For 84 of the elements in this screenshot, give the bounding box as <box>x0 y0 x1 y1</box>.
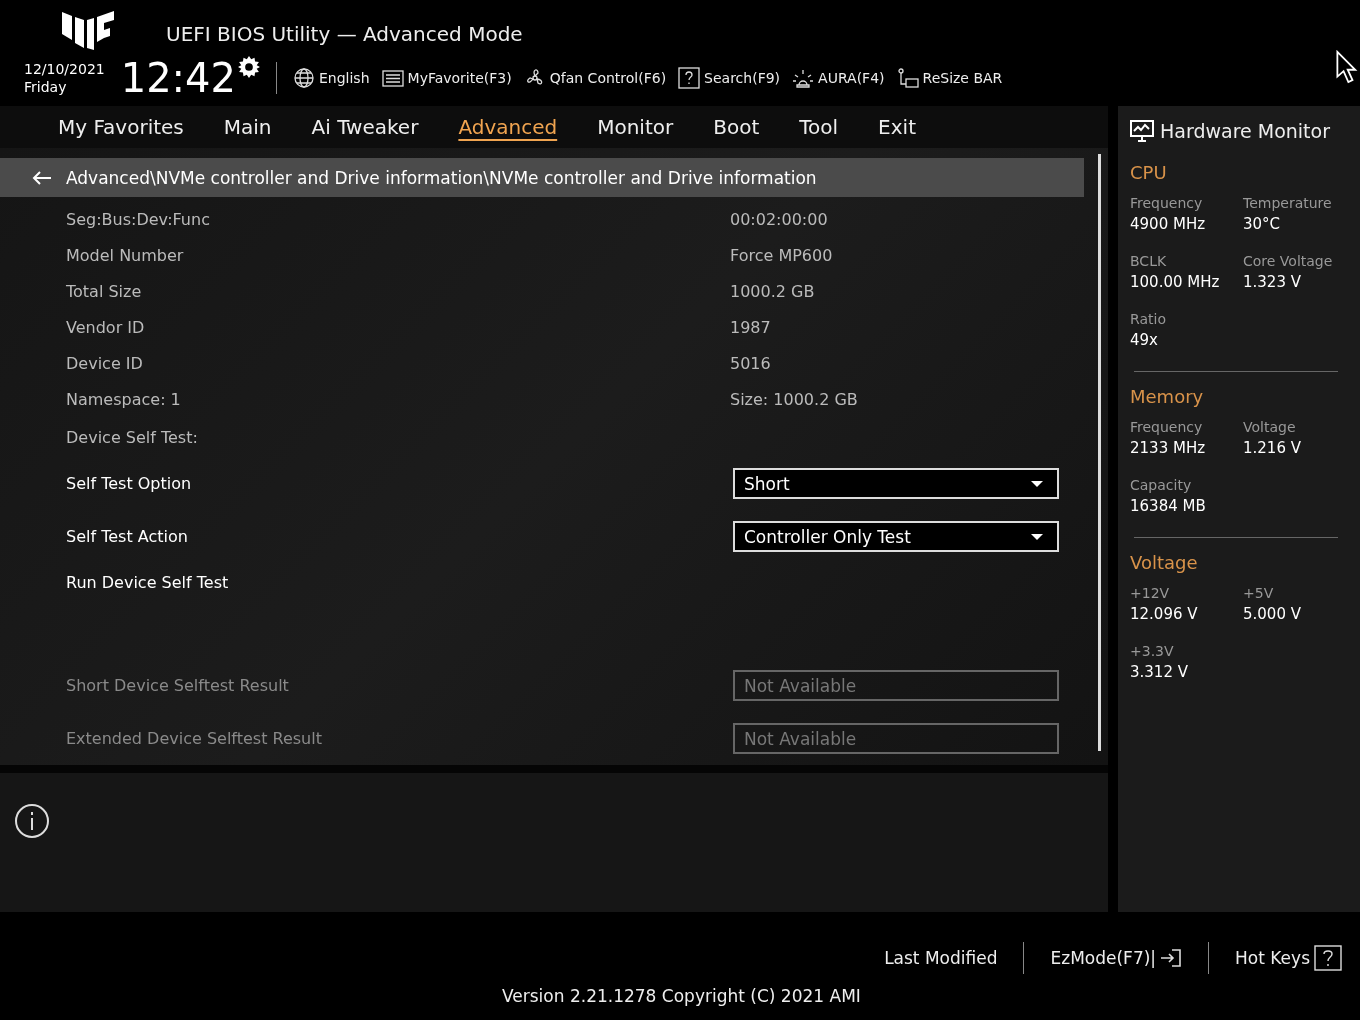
footer-button[interactable]: EzMode(F7)| <box>1050 948 1183 968</box>
toolbar-button[interactable]: MyFavorite(F3) <box>381 67 512 89</box>
metric-value: 49x <box>1130 331 1159 349</box>
menu-tab[interactable]: Main <box>223 115 272 139</box>
toolbar-button[interactable]: ReSize BAR <box>896 67 1003 89</box>
metric-label: +3.3V <box>1130 643 1175 659</box>
setting-label: Vendor ID <box>66 317 146 337</box>
setting-label: Device ID <box>66 353 144 373</box>
resize-icon <box>896 67 919 89</box>
menu-tab[interactable]: Monitor <box>597 115 674 139</box>
monitor-icon <box>1130 120 1154 142</box>
toolbar-button[interactable]: English <box>293 67 370 89</box>
dropdown-field[interactable]: Short <box>733 468 1059 499</box>
toolbar-button[interactable]: Qfan Control(F6) <box>523 67 667 89</box>
menu-tab[interactable]: My Favorites <box>58 115 184 139</box>
setting-value: 1987 <box>730 317 771 337</box>
help-icon <box>1314 945 1342 971</box>
date-text: 12/10/2021 <box>24 60 105 78</box>
metric-label: BCLK <box>1130 253 1168 269</box>
metric-value: 30°C <box>1243 215 1282 233</box>
metric-label: Core Voltage <box>1243 253 1334 269</box>
metric-label: Ratio <box>1130 311 1167 327</box>
metric-value: 1.216 V <box>1243 439 1302 457</box>
setting-value: 5016 <box>730 353 771 373</box>
help-icon <box>678 67 701 89</box>
metric-value: 4900 MHz <box>1130 215 1207 233</box>
metric-value: 16384 MB <box>1130 497 1207 515</box>
footer-button[interactable]: Hot Keys <box>1235 945 1342 971</box>
metric-value: 12.096 V <box>1130 605 1199 623</box>
window-title: UEFI BIOS Utility — Advanced Mode <box>166 22 523 46</box>
metric-label: +5V <box>1243 585 1275 601</box>
metric-label: Frequency <box>1130 419 1204 435</box>
result-field: Not Available <box>733 723 1059 754</box>
metric-label: +12V <box>1130 585 1171 601</box>
day-text: Friday <box>24 78 68 96</box>
metric-value: 3.312 V <box>1130 663 1189 681</box>
metric-value: 5.000 V <box>1243 605 1302 623</box>
clock-text: 12:42 <box>120 56 236 100</box>
caret-icon <box>1031 480 1043 487</box>
menu-tab[interactable]: Tool <box>799 115 839 139</box>
metric-label: Frequency <box>1130 195 1204 211</box>
version-text: Version 2.21.1278 Copyright (C) 2021 AMI <box>502 986 861 1006</box>
setting-label: Self Test Action <box>66 527 189 546</box>
caret-icon <box>1031 533 1043 540</box>
menu-tab[interactable]: Advanced <box>458 115 558 139</box>
menu-tab[interactable]: Exit <box>878 115 916 139</box>
metric-label: Temperature <box>1243 195 1333 211</box>
setting-value: Size: 1000.2 GB <box>730 389 858 409</box>
dropdown-field[interactable]: Controller Only Test <box>733 521 1059 552</box>
run-self-test-button[interactable]: Run Device Self Test <box>66 573 229 592</box>
toolbar-button[interactable]: AURA(F4) <box>792 67 885 89</box>
menu-tab[interactable]: Boot <box>713 115 760 139</box>
toolbar-button[interactable]: Search(F9) <box>678 67 781 89</box>
lamp-icon <box>792 67 815 89</box>
section-title: CPU <box>1130 162 1168 183</box>
metric-label: Voltage <box>1243 419 1297 435</box>
setting-value: Force MP600 <box>730 245 833 265</box>
setting-label: Short Device Selftest Result <box>66 676 290 695</box>
breadcrumb-path: Advanced\NVMe controller and Drive information\NVMe controller and Drive information <box>66 167 817 188</box>
setting-label: Seg:Bus:Dev:Func <box>66 209 211 229</box>
info-icon <box>14 803 50 839</box>
menu-tab[interactable]: Ai Tweaker <box>311 115 419 139</box>
metric-value: 1.323 V <box>1243 273 1302 291</box>
setting-label: Self Test Option <box>66 474 193 493</box>
metric-value: 100.00 MHz <box>1130 273 1221 291</box>
setting-value: 1000.2 GB <box>730 281 815 301</box>
setting-label: Model Number <box>66 245 185 265</box>
result-field: Not Available <box>733 670 1059 701</box>
setting-value: 00:02:00:00 <box>730 209 828 229</box>
metric-value: 2133 MHz <box>1130 439 1207 457</box>
setting-label: Namespace: 1 <box>66 389 182 409</box>
list-icon <box>381 67 404 89</box>
metric-label: Capacity <box>1130 477 1193 493</box>
footer-button[interactable]: Last Modified <box>884 948 998 968</box>
section-title: Voltage <box>1130 552 1199 573</box>
exit-arrow-icon <box>1160 948 1183 968</box>
section-title: Memory <box>1130 386 1205 407</box>
settings-icon[interactable] <box>238 56 260 78</box>
panel-title: Hardware Monitor <box>1160 120 1330 142</box>
setting-label: Total Size <box>66 281 143 301</box>
setting-label: Extended Device Selftest Result <box>66 729 323 748</box>
back-arrow-icon[interactable] <box>32 169 52 186</box>
section-label: Device Self Test: <box>66 427 199 447</box>
globe-icon <box>293 67 315 89</box>
